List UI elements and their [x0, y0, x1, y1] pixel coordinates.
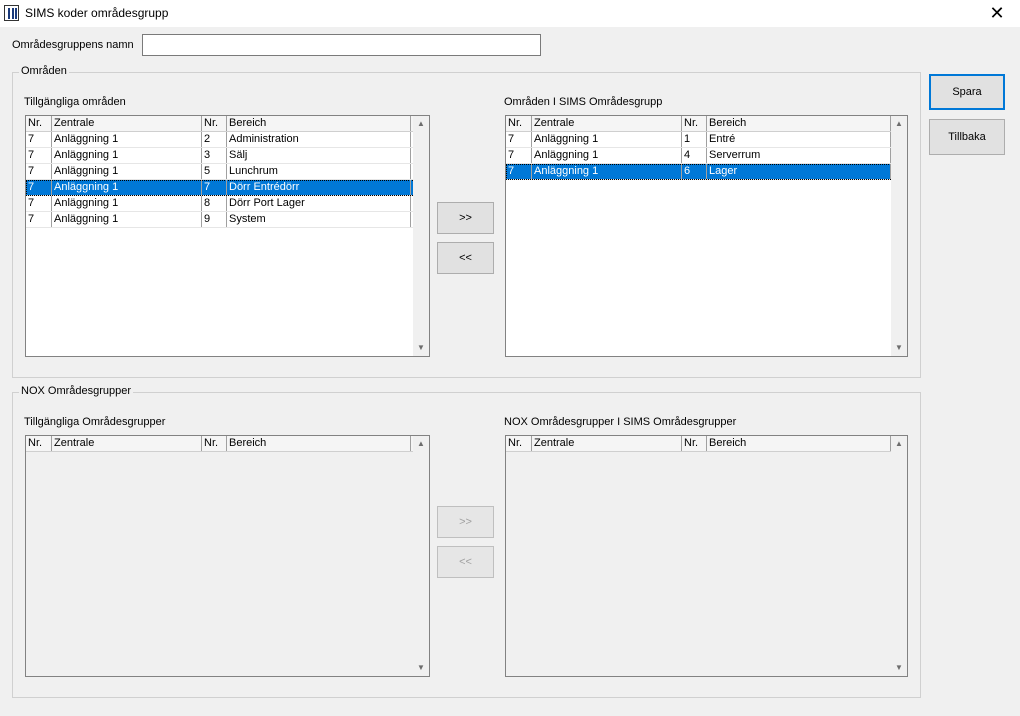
window-title: SIMS koder områdesgrupp	[25, 6, 169, 20]
save-button[interactable]: Spara	[929, 74, 1005, 110]
cell-bereich: Serverrum	[707, 148, 891, 163]
table-row[interactable]: 7 Anläggning 1 9 System	[26, 212, 429, 228]
column-header-nr2[interactable]: Nr.	[202, 116, 227, 131]
nox-group-legend: NOX Områdesgrupper	[19, 385, 134, 397]
scroll-down-arrow-icon[interactable]: ▼	[413, 660, 429, 676]
scroll-up-arrow-icon[interactable]: ▲	[413, 116, 429, 132]
remove-area-button[interactable]: <<	[437, 242, 494, 274]
cell-nr2: 5	[202, 164, 227, 179]
cell-nr: 7	[26, 180, 52, 195]
column-header-nr2[interactable]: Nr.	[682, 436, 707, 451]
vertical-scrollbar[interactable]: ▲ ▼	[413, 116, 429, 356]
cell-bereich: Administration	[227, 132, 411, 147]
cell-nr2: 1	[682, 132, 707, 147]
cell-nr2: 4	[682, 148, 707, 163]
list-header: Nr. Zentrale Nr. Bereich	[506, 436, 907, 452]
table-row[interactable]: 7 Anläggning 1 1 Entré	[506, 132, 907, 148]
cell-bereich: System	[227, 212, 411, 227]
column-header-zentrale[interactable]: Zentrale	[532, 116, 682, 131]
available-nox-groups-list[interactable]: Nr. Zentrale Nr. Bereich ▲ ▼	[25, 435, 430, 677]
cell-bereich: Dörr Entrédörr	[227, 180, 411, 195]
column-header-nr[interactable]: Nr.	[506, 116, 532, 131]
vertical-scrollbar[interactable]: ▲ ▼	[891, 436, 907, 676]
table-row[interactable]: 7 Anläggning 1 5 Lunchrum	[26, 164, 429, 180]
list-header: Nr. Zentrale Nr. Bereich	[26, 116, 429, 132]
column-header-bereich[interactable]: Bereich	[227, 436, 411, 451]
column-header-nr[interactable]: Nr.	[26, 116, 52, 131]
cell-nr2: 6	[682, 164, 707, 179]
column-header-bereich[interactable]: Bereich	[707, 116, 891, 131]
cell-nr2: 8	[202, 196, 227, 211]
back-button[interactable]: Tillbaka	[929, 119, 1005, 155]
scroll-down-arrow-icon[interactable]: ▼	[413, 340, 429, 356]
column-header-zentrale[interactable]: Zentrale	[52, 436, 202, 451]
areas-group-legend: Områden	[19, 65, 69, 77]
area-group-name-input[interactable]	[142, 34, 541, 56]
cell-bereich: Dörr Port Lager	[227, 196, 411, 211]
cell-zentrale: Anläggning 1	[52, 164, 202, 179]
cell-zentrale: Anläggning 1	[532, 164, 682, 179]
cell-nr: 7	[26, 196, 52, 211]
available-areas-list[interactable]: Nr. Zentrale Nr. Bereich 7 Anläggning 12A…	[25, 115, 430, 357]
assigned-areas-label: Områden I SIMS Områdesgrupp	[504, 96, 663, 108]
available-areas-label: Tillgängliga områden	[24, 96, 126, 108]
table-row[interactable]: 7 Anläggning 1 3 Sälj	[26, 148, 429, 164]
add-nox-group-button[interactable]: >>	[437, 506, 494, 538]
assigned-nox-groups-label: NOX Områdesgrupper I SIMS Områdesgrupper	[504, 416, 737, 428]
cell-nr: 7	[506, 148, 532, 163]
cell-nr2: 9	[202, 212, 227, 227]
column-header-zentrale[interactable]: Zentrale	[52, 116, 202, 131]
table-row[interactable]: 7 Anläggning 1 8 Dörr Port Lager	[26, 196, 429, 212]
add-area-button[interactable]: >>	[437, 202, 494, 234]
cell-bereich: Lager	[707, 164, 891, 179]
cell-zentrale: Anläggning 1	[532, 148, 682, 163]
assigned-nox-groups-list[interactable]: Nr. Zentrale Nr. Bereich ▲ ▼	[505, 435, 908, 677]
cell-zentrale: Anläggning 1	[52, 180, 202, 195]
cell-bereich: Lunchrum	[227, 164, 411, 179]
title-bar: SIMS koder områdesgrupp ✕	[0, 0, 1020, 27]
scroll-up-arrow-icon[interactable]: ▲	[413, 436, 429, 452]
cell-nr: 7	[506, 164, 532, 179]
scroll-down-arrow-icon[interactable]: ▼	[891, 660, 907, 676]
cell-bereich: Entré	[707, 132, 891, 147]
cell-nr2: 7	[202, 180, 227, 195]
table-row[interactable]: 7 Anläggning 1 7 Dörr Entrédörr	[26, 180, 429, 196]
cell-zentrale: Anläggning 1	[52, 132, 202, 147]
cell-nr: 7	[26, 132, 52, 147]
column-header-nr2[interactable]: Nr.	[682, 116, 707, 131]
vertical-scrollbar[interactable]: ▲ ▼	[891, 116, 907, 356]
cell-nr: 7	[26, 148, 52, 163]
column-header-zentrale[interactable]: Zentrale	[532, 436, 682, 451]
cell-zentrale: Anläggning 1	[52, 148, 202, 163]
scroll-up-arrow-icon[interactable]: ▲	[891, 436, 907, 452]
cell-nr2: 2	[202, 132, 227, 147]
cell-zentrale: Anläggning 1	[52, 196, 202, 211]
remove-nox-group-button[interactable]: <<	[437, 546, 494, 578]
available-nox-groups-label: Tillgängliga Områdesgrupper	[24, 416, 166, 428]
column-header-bereich[interactable]: Bereich	[227, 116, 411, 131]
name-field-label: Områdesgruppens namn	[12, 39, 134, 51]
assigned-areas-list[interactable]: Nr. Zentrale Nr. Bereich 7 Anläggning 11E…	[505, 115, 908, 357]
cell-nr: 7	[506, 132, 532, 147]
table-row[interactable]: 7 Anläggning 1 6 Lager	[506, 164, 907, 180]
column-header-bereich[interactable]: Bereich	[707, 436, 891, 451]
cell-bereich: Sälj	[227, 148, 411, 163]
column-header-nr[interactable]: Nr.	[26, 436, 52, 451]
app-icon	[4, 5, 19, 21]
column-header-nr[interactable]: Nr.	[506, 436, 532, 451]
table-row[interactable]: 7 Anläggning 1 2 Administration	[26, 132, 429, 148]
cell-nr: 7	[26, 212, 52, 227]
column-header-nr2[interactable]: Nr.	[202, 436, 227, 451]
cell-zentrale: Anläggning 1	[52, 212, 202, 227]
scroll-up-arrow-icon[interactable]: ▲	[891, 116, 907, 132]
cell-nr2: 3	[202, 148, 227, 163]
cell-nr: 7	[26, 164, 52, 179]
scroll-down-arrow-icon[interactable]: ▼	[891, 340, 907, 356]
close-icon[interactable]: ✕	[974, 0, 1020, 27]
list-header: Nr. Zentrale Nr. Bereich	[506, 116, 907, 132]
vertical-scrollbar[interactable]: ▲ ▼	[413, 436, 429, 676]
list-header: Nr. Zentrale Nr. Bereich	[26, 436, 429, 452]
cell-zentrale: Anläggning 1	[532, 132, 682, 147]
table-row[interactable]: 7 Anläggning 1 4 Serverrum	[506, 148, 907, 164]
